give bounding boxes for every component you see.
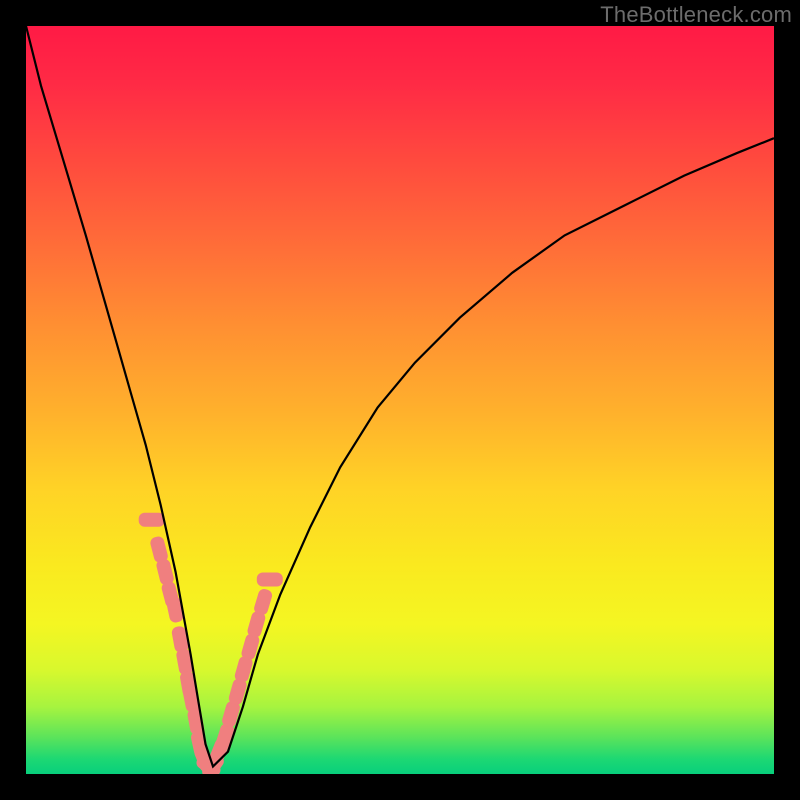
data-marker	[139, 513, 165, 527]
chart-svg	[26, 26, 774, 774]
data-marker	[253, 588, 274, 617]
data-marker	[257, 573, 283, 587]
bottleneck-curve	[26, 26, 774, 767]
plot-area	[26, 26, 774, 774]
watermark-text: TheBottleneck.com	[600, 2, 792, 28]
chart-frame: TheBottleneck.com	[0, 0, 800, 800]
